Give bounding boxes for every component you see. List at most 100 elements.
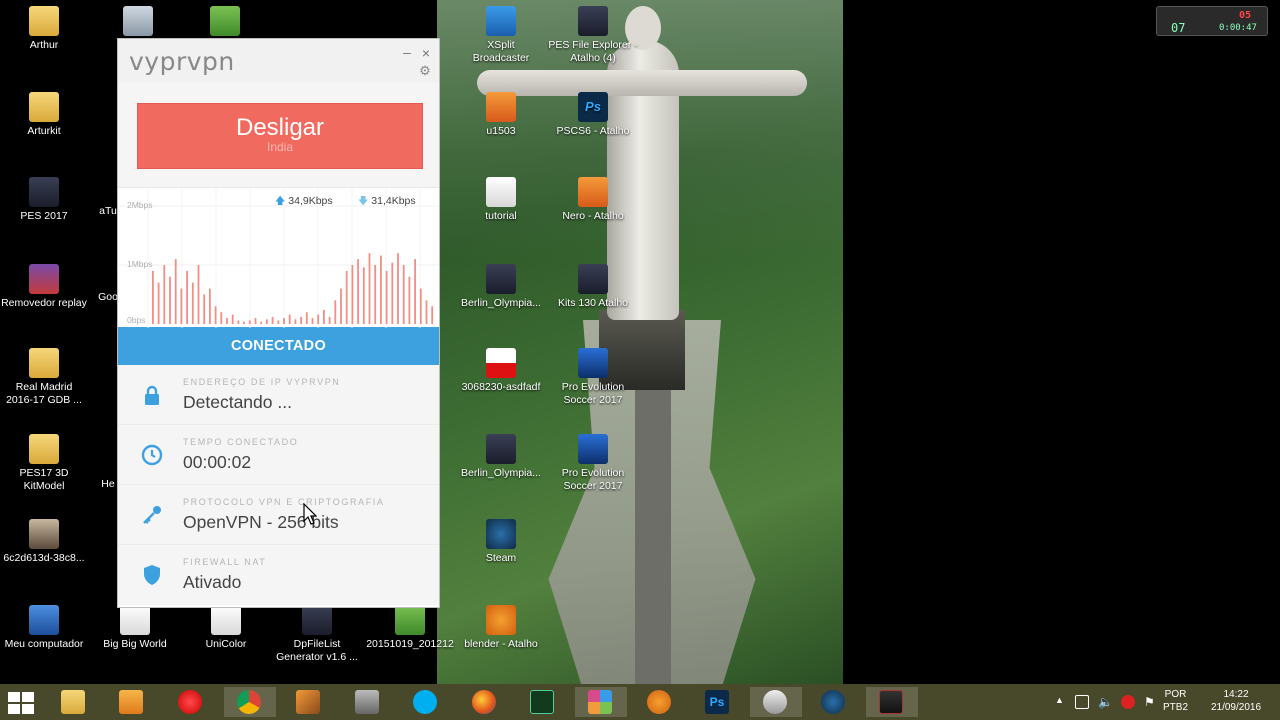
folder-icon <box>29 348 59 378</box>
image-icon <box>395 605 425 635</box>
desktop-icon[interactable]: Nero - Atalho <box>547 177 639 223</box>
disconnect-label: Desligar <box>235 114 325 141</box>
app-icon <box>578 264 608 294</box>
desktop-icon[interactable]: PES 2017 <box>1 177 87 223</box>
winrar-icon <box>29 264 59 294</box>
download-rate: 🡇 31,4Kbps <box>358 195 416 207</box>
bandwidth-bar <box>288 314 291 324</box>
bandwidth-bar <box>231 314 234 324</box>
bandwidth-bar <box>431 306 434 324</box>
desktop-icon[interactable]: Ps PSCS6 - Atalho <box>547 92 639 138</box>
taskbar-game[interactable] <box>342 687 394 717</box>
image-icon <box>29 519 59 549</box>
bandwidth-bar <box>419 288 422 324</box>
volume-icon[interactable]: 🔈 <box>1098 695 1113 709</box>
desktop-icon[interactable]: 6c2d613d-38c8... <box>1 519 87 565</box>
desktop-icon[interactable]: Arthur <box>1 6 87 52</box>
bandwidth-bar <box>328 316 331 324</box>
bandwidth-bar <box>317 314 320 324</box>
desktop-icon[interactable]: blender - Atalho <box>456 605 546 651</box>
desktop-icon[interactable]: Pro Evolution Soccer 2017 <box>547 348 639 407</box>
show-hidden-icons-icon[interactable]: ▲ <box>1055 695 1069 709</box>
desktop-icon[interactable]: PES File Explorer - Atalho (4) <box>547 6 639 65</box>
mouse-cursor-icon <box>303 503 317 525</box>
taskbar-terminal[interactable] <box>517 687 569 717</box>
close-button[interactable]: × <box>420 45 432 61</box>
desktop-icon[interactable]: u1503 <box>458 92 544 138</box>
taskbar-vyprvpn[interactable] <box>750 687 802 717</box>
bandwidth-bar <box>266 319 268 324</box>
bandwidth-bar <box>152 270 154 324</box>
bandwidth-bar <box>345 270 348 324</box>
start-button[interactable] <box>8 692 34 714</box>
taskbar-settings-app[interactable] <box>866 687 918 717</box>
taskbar-skype[interactable] <box>400 687 452 717</box>
desktop-icon[interactable]: XSplit Broadcaster <box>458 6 544 65</box>
desktop-icon[interactable]: 3068230-asdfadf <box>456 348 546 394</box>
desktop-icon[interactable]: 20151019_201212 <box>365 605 455 651</box>
taskbar-paint[interactable] <box>575 687 627 717</box>
clock-icon <box>141 444 163 466</box>
desktop-icon[interactable]: Meu computador <box>1 605 87 651</box>
desktop-icon[interactable]: Steam <box>458 519 544 565</box>
desktop-icon[interactable]: UniColor <box>183 605 269 651</box>
system-clock[interactable]: 14:22 21/09/2016 <box>1200 688 1272 720</box>
file-explorer-icon <box>61 690 85 714</box>
taskbar-recorder[interactable] <box>165 687 217 717</box>
image-icon <box>486 348 516 378</box>
network-icon[interactable] <box>1075 695 1089 709</box>
vpn-icon <box>763 690 787 714</box>
graph-label-2mbps: 2Mbps <box>127 200 153 210</box>
app-tray-icon[interactable] <box>1121 695 1135 709</box>
taskbar-photoshop[interactable]: Ps <box>692 687 744 717</box>
notification-icon[interactable]: ⚑ <box>1144 695 1158 709</box>
desktop-icon[interactable]: PES17 3D KitModel <box>1 434 87 493</box>
taskbar: Ps ▲ 🔈 ⚑ POR PTB2 14:22 21/09/2016 <box>0 684 1280 720</box>
bandwidth-bar <box>334 300 337 324</box>
bandwidth-bar <box>380 255 382 324</box>
minimize-button[interactable]: – <box>401 45 413 59</box>
game-icon <box>578 348 608 378</box>
taskbar-file-explorer[interactable] <box>48 687 100 717</box>
lock-icon <box>145 385 159 405</box>
language-indicator[interactable]: POR PTB2 <box>1163 688 1188 720</box>
photoshop-icon: Ps <box>705 690 729 714</box>
bandwidth-bar <box>226 318 228 324</box>
image-icon <box>486 434 516 464</box>
bandwidth-bar <box>362 267 365 324</box>
steam-icon <box>486 519 516 549</box>
disconnect-button[interactable]: Desligar India <box>137 103 423 169</box>
desktop-icon[interactable]: DpFileList Generator v1.6 ... <box>274 605 360 664</box>
bandwidth-bar <box>260 321 263 324</box>
taskbar-steam[interactable] <box>808 687 860 717</box>
vpn-titlebar[interactable]: vyprvpn – × ⚙ <box>118 39 439 83</box>
desktop-icon-partial[interactable] <box>118 6 158 39</box>
protocol-row: Protocolo VPN e criptografia OpenVPN - 2… <box>118 485 439 545</box>
graph-label-0bps: 0bps <box>127 315 146 325</box>
desktop-icon[interactable]: Kits 130 Atalho <box>547 264 639 310</box>
taskbar-tool[interactable] <box>283 687 335 717</box>
desktop-icon-partial[interactable] <box>205 6 245 39</box>
desktop-icon[interactable]: Berlin_Olympia... <box>456 264 546 310</box>
desktop-icon[interactable]: tutorial <box>458 177 544 223</box>
desktop-icon[interactable]: Real Madrid 2016-17 GDB ... <box>1 348 87 407</box>
taskbar-media-player[interactable] <box>106 687 158 717</box>
settings-gear-icon[interactable]: ⚙ <box>418 63 432 78</box>
folder-icon <box>29 434 59 464</box>
vyprvpn-logo: vyprvpn <box>129 47 235 76</box>
bandwidth-bar <box>305 312 308 324</box>
desktop-icon[interactable]: Removedor replay <box>1 264 87 310</box>
desktop-icon[interactable]: Arturkit <box>1 92 87 138</box>
taskbar-blender[interactable] <box>634 687 686 717</box>
bandwidth-bar <box>402 265 405 324</box>
taskbar-firefox[interactable] <box>459 687 511 717</box>
bandwidth-bar <box>174 259 177 324</box>
bandwidth-bar <box>237 320 240 324</box>
bandwidth-bar <box>294 319 297 324</box>
desktop-icon[interactable]: Big Big World <box>92 605 178 651</box>
desktop-icon[interactable]: Berlin_Olympia... <box>456 434 546 480</box>
photoshop-icon: Ps <box>578 92 608 122</box>
desktop-icon[interactable]: Pro Evolution Soccer 2017 <box>547 434 639 493</box>
taskbar-chrome[interactable] <box>224 687 276 717</box>
firewall-value: Ativado <box>183 572 242 592</box>
